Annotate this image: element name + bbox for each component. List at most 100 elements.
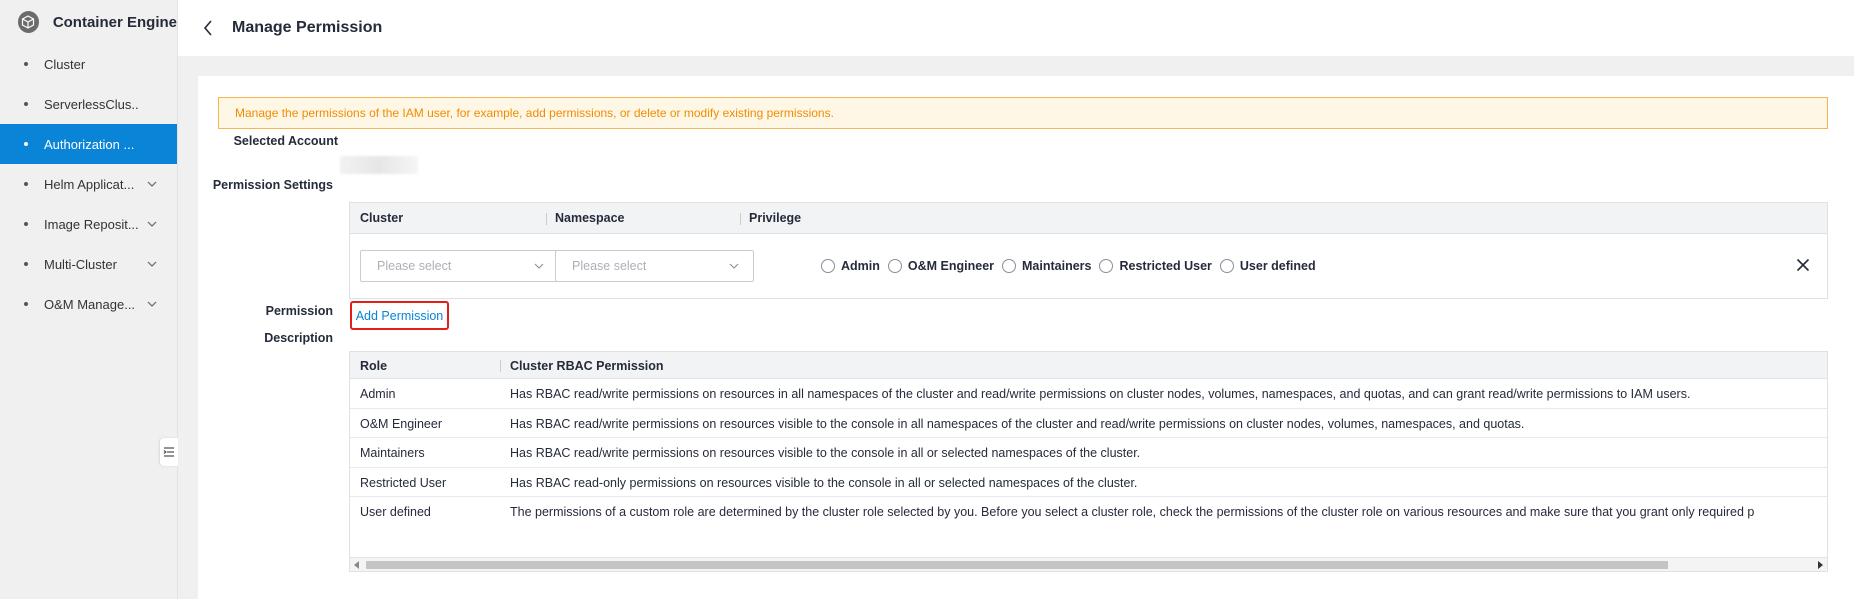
sidebar-item-label: Authorization ... <box>44 136 135 152</box>
masked-account-name <box>340 156 418 174</box>
description-table-header: Role Cluster RBAC Permission <box>350 352 1827 379</box>
permission-settings-table: Cluster Namespace Privilege Please selec… <box>349 202 1828 299</box>
radio-circle[interactable] <box>1099 259 1114 273</box>
sidebar-item-label: O&M Manage... <box>44 296 136 312</box>
chevron-left-icon <box>203 20 212 36</box>
sidebar-item-image-repository[interactable]: Image Reposit... <box>0 204 177 244</box>
role-cell: O&M Engineer <box>360 416 442 431</box>
column-divider <box>500 360 501 372</box>
radio-circle[interactable] <box>887 259 902 273</box>
info-alert: Manage the permissions of the IAM user, … <box>218 97 1828 129</box>
chevron-down-icon <box>147 261 157 267</box>
table-row: O&M Engineer Has RBAC read/write permiss… <box>350 409 1827 438</box>
chevron-down-icon <box>534 263 544 269</box>
bullet-icon <box>24 302 28 306</box>
main-panel: Manage the permissions of the IAM user, … <box>198 76 1854 599</box>
cluster-select-placeholder: Please select <box>377 259 452 273</box>
cluster-select[interactable]: Please select <box>360 250 559 282</box>
add-permission-label: Add Permission <box>355 308 444 323</box>
permission-cell: Has RBAC read-only permissions on resour… <box>510 475 1138 490</box>
radio-circle[interactable] <box>821 259 835 273</box>
settings-table-header: Cluster Namespace Privilege <box>350 203 1827 234</box>
bullet-icon <box>24 62 28 66</box>
role-cell: User defined <box>360 505 431 519</box>
sidebar-item-label: ServerlessClus... <box>44 96 138 112</box>
sidebar-item-multi-cluster[interactable]: Multi-Cluster <box>0 244 177 284</box>
add-permission-button[interactable]: Add Permission <box>350 301 449 330</box>
sidebar-collapse-button[interactable] <box>160 438 178 466</box>
column-header-privilege: Privilege <box>749 211 802 225</box>
chevron-down-icon <box>147 301 157 307</box>
radio-label: O&M Engineer <box>907 259 995 273</box>
back-button[interactable] <box>200 20 216 36</box>
menu-fold-icon <box>163 447 174 457</box>
sidebar: Container Engine Cluster ServerlessClus.… <box>0 0 178 599</box>
bullet-icon <box>24 102 28 106</box>
radio-label: Admin <box>841 259 880 273</box>
radio-admin[interactable]: Admin <box>821 259 880 273</box>
scroll-left-icon[interactable] <box>354 561 359 569</box>
privilege-radio-group: Admin O&M Engineer Maintainers Restricte… <box>821 259 1324 273</box>
table-row: Restricted User Has RBAC read-only permi… <box>350 468 1827 497</box>
column-header-cluster: Cluster <box>360 211 404 225</box>
role-cell: Restricted User <box>360 475 447 490</box>
column-divider <box>546 213 547 225</box>
column-header-namespace: Namespace <box>555 211 625 225</box>
radio-circle[interactable] <box>1219 259 1234 273</box>
permission-cell: Has RBAC read/write permissions on resou… <box>510 416 1525 431</box>
horizontal-scrollbar[interactable] <box>350 557 1827 571</box>
sidebar-item-serverless-cluster[interactable]: ServerlessClus... <box>0 84 177 124</box>
column-divider <box>740 213 741 225</box>
permission-description-label-line1: Permission <box>265 304 333 318</box>
close-icon[interactable] <box>1795 257 1811 273</box>
sidebar-item-label: Multi-Cluster <box>44 256 117 272</box>
permission-cell: The permissions of a custom role are det… <box>510 505 1755 519</box>
page-header: Manage Permission <box>178 0 1854 56</box>
sidebar-item-label: Cluster <box>44 56 86 72</box>
sidebar-item-label: Helm Applicat... <box>44 176 135 192</box>
bullet-icon <box>24 142 28 146</box>
sidebar-nav: Cluster ServerlessClus... Authorization … <box>0 44 177 324</box>
app-title: Container Engine <box>52 13 177 31</box>
bullet-icon <box>24 262 28 266</box>
radio-label: Maintainers <box>1022 259 1092 273</box>
sidebar-item-authorization[interactable]: Authorization ... <box>0 124 177 164</box>
chevron-down-icon <box>147 221 157 227</box>
table-row: Maintainers Has RBAC read/write permissi… <box>350 438 1827 468</box>
permission-cell: Has RBAC read/write permissions on resou… <box>510 446 1141 460</box>
sidebar-item-om-management[interactable]: O&M Manage... <box>0 284 177 324</box>
permission-description-label-line2: Description <box>264 331 333 345</box>
alert-text: Manage the permissions of the IAM user, … <box>235 106 834 120</box>
sidebar-item-helm-applications[interactable]: Helm Applicat... <box>0 164 177 204</box>
role-cell: Maintainers <box>360 446 425 460</box>
cube-icon <box>18 11 39 33</box>
brand-header: Container Engine <box>0 0 177 44</box>
bullet-icon <box>24 222 28 226</box>
sidebar-item-label: Image Reposit... <box>44 216 138 232</box>
radio-restricted-user[interactable]: Restricted User <box>1099 259 1212 273</box>
radio-om-engineer[interactable]: O&M Engineer <box>887 259 995 273</box>
namespace-select[interactable]: Please select <box>555 250 754 282</box>
chevron-down-icon <box>147 181 157 187</box>
namespace-select-placeholder: Please select <box>572 259 647 273</box>
table-row: Admin Has RBAC read/write permissions on… <box>350 379 1827 409</box>
scrollbar-thumb[interactable] <box>366 561 1668 569</box>
radio-user-defined[interactable]: User defined <box>1219 259 1316 273</box>
page-title: Manage Permission <box>232 19 383 36</box>
radio-label: Restricted User <box>1119 259 1212 273</box>
radio-label: User defined <box>1239 259 1316 273</box>
column-header-rbac-permission: Cluster RBAC Permission <box>510 359 664 373</box>
radio-maintainers[interactable]: Maintainers <box>1002 259 1091 273</box>
column-header-role: Role <box>360 359 388 373</box>
chevron-down-icon <box>729 263 739 269</box>
table-row: User defined The permissions of a custom… <box>350 497 1827 527</box>
scroll-right-icon[interactable] <box>1818 561 1823 569</box>
selected-account-label: Selected Account <box>233 134 338 148</box>
sidebar-item-cluster[interactable]: Cluster <box>0 44 177 84</box>
permission-settings-label: Permission Settings <box>212 178 333 192</box>
bullet-icon <box>24 182 28 186</box>
permission-description-table: Role Cluster RBAC Permission Admin Has R… <box>349 351 1828 572</box>
permission-cell: Has RBAC read/write permissions on resou… <box>510 387 1691 401</box>
settings-table-row: Please select Please select Admin O&M En… <box>350 234 1827 298</box>
radio-circle[interactable] <box>1002 259 1017 273</box>
